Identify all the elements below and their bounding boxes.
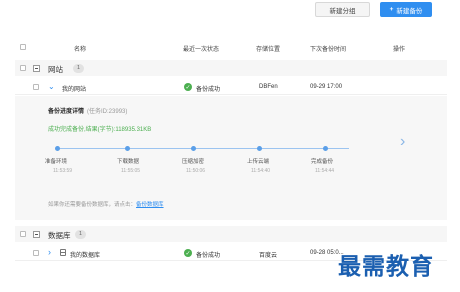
step-label: 下载数据: [117, 159, 140, 165]
table-row[interactable]: ⌄ 我的网站 ✓ 备份成功 DBFen 09-29 17:00: [15, 79, 447, 95]
step-label: 上传云端: [247, 159, 270, 165]
step-label: 压缩加密: [182, 159, 205, 165]
group-row-database[interactable]: 数据库 1: [15, 226, 447, 242]
header-last-status: 最近一次状态: [183, 47, 220, 53]
success-icon: ✓: [184, 249, 192, 257]
group-count-badge: 1: [75, 229, 86, 239]
header-actions: 操作: [393, 47, 406, 53]
step-time: 11:54:44: [315, 168, 335, 174]
success-message: 成功完成备份,结果(字节):118935.31KB: [48, 127, 152, 133]
success-icon: ✓: [184, 83, 192, 91]
step-label: 准备环境: [45, 159, 68, 165]
detail-title: 备份进度详情 (任务ID:23993): [48, 106, 127, 115]
group-name: 网站: [48, 65, 63, 74]
watermark-logo: 最需教育: [338, 253, 434, 280]
step-time: 11:50:06: [186, 168, 206, 174]
row-checkbox[interactable]: [33, 84, 39, 90]
chevron-right-icon[interactable]: ›: [48, 247, 51, 257]
database-icon: [60, 249, 66, 256]
item-storage: DBFen: [259, 83, 278, 90]
new-backup-label: 新建备份: [396, 7, 423, 15]
select-all-checkbox[interactable]: [20, 44, 26, 50]
item-next-time: 09-29 17:00: [310, 83, 343, 90]
step-time: 11:54:40: [251, 168, 271, 174]
collapse-icon[interactable]: [33, 64, 40, 72]
step-time: 11:53:59: [53, 168, 73, 174]
group-checkbox[interactable]: [20, 65, 26, 71]
group-count-badge: 1: [73, 63, 84, 73]
step-time: 11:55:05: [121, 168, 141, 174]
step-dot: [257, 146, 262, 151]
step-dot: [191, 146, 196, 151]
group-name: 数据库: [48, 231, 71, 240]
detail-note: 如果你还需要备份数据库，请点击：备份数据库: [48, 200, 164, 208]
chevron-right-icon[interactable]: ›: [400, 133, 405, 151]
new-backup-button[interactable]: + 新建备份: [380, 2, 432, 17]
item-name: 我的数据库: [70, 252, 101, 259]
row-checkbox[interactable]: [33, 250, 39, 256]
new-group-button[interactable]: 新建分组: [315, 2, 370, 17]
item-storage: 百度云: [259, 252, 278, 259]
backup-database-link[interactable]: 备份数据库: [136, 202, 164, 208]
progress-timeline: [57, 148, 349, 149]
step-label: 完成备份: [311, 159, 334, 165]
new-group-label: 新建分组: [329, 7, 356, 15]
chevron-down-icon[interactable]: ⌄: [48, 82, 55, 91]
plus-icon: +: [389, 6, 394, 13]
detail-title-text: 备份进度详情: [48, 109, 85, 115]
group-checkbox[interactable]: [20, 231, 26, 237]
note-text: 如果你还需要备份数据库，请点击：: [48, 202, 137, 208]
table-header: 名称 最近一次状态 存储位置 下次备份时间 操作: [0, 42, 460, 54]
collapse-icon[interactable]: [33, 230, 40, 238]
header-next-backup-time: 下次备份时间: [310, 47, 347, 53]
task-id: (任务ID:23993): [87, 109, 128, 115]
step-dot: [125, 146, 130, 151]
group-row-website[interactable]: 网站 1: [15, 60, 447, 76]
backup-progress-detail: 备份进度详情 (任务ID:23993) 成功完成备份,结果(字节):118935.…: [15, 96, 447, 220]
item-status: 备份成功: [196, 252, 221, 259]
header-storage: 存储位置: [256, 47, 281, 53]
header-name: 名称: [74, 47, 87, 53]
step-dot: [323, 146, 328, 151]
item-status: 备份成功: [196, 86, 221, 93]
item-name: 我的网站: [62, 86, 87, 93]
step-dot: [55, 146, 60, 151]
